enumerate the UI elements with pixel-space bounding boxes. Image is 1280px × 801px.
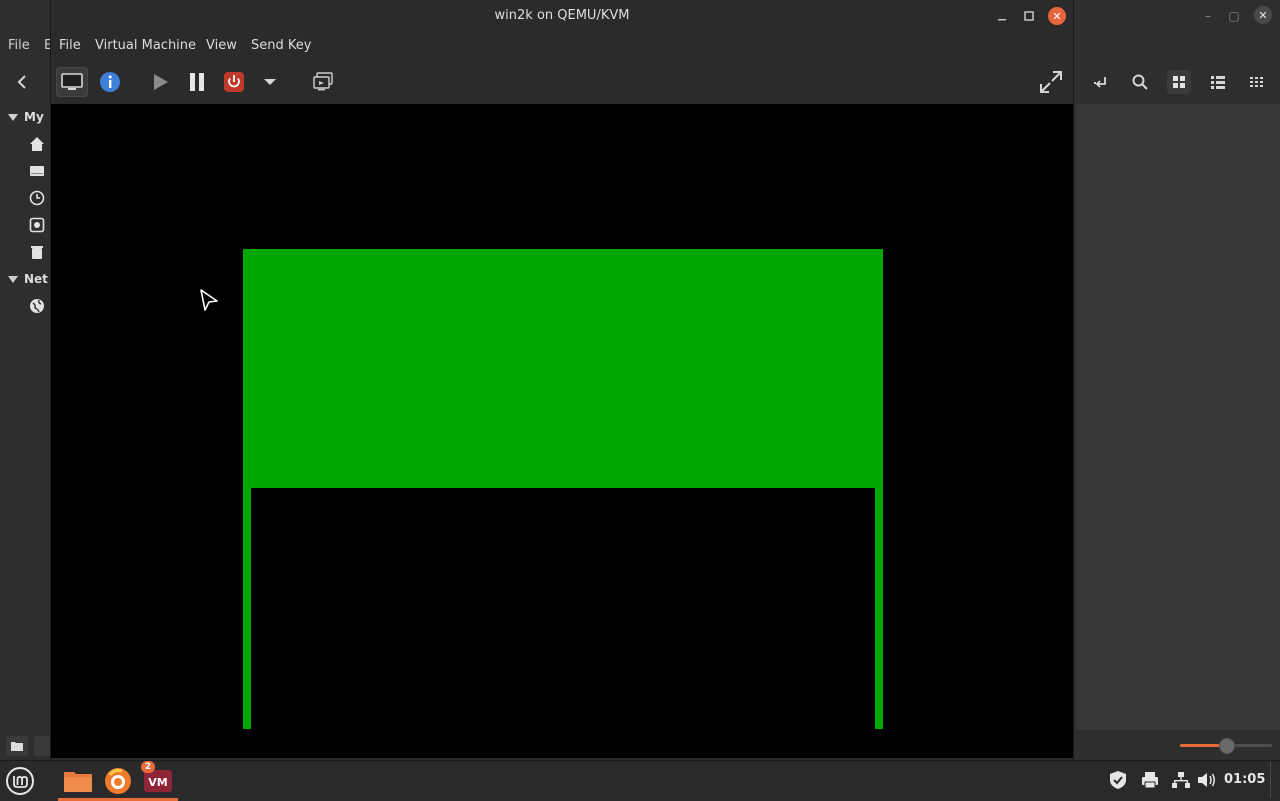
- mouse-pointer-icon: [200, 289, 218, 311]
- console-view-button[interactable]: [56, 67, 88, 97]
- vm-minimize-button[interactable]: [993, 7, 1011, 25]
- power-icon: [224, 72, 244, 92]
- file-manager-toolbar: [0, 60, 50, 104]
- menu-virtual-machine[interactable]: Virtual Machine: [95, 38, 196, 53]
- list-view-button[interactable]: [1206, 70, 1230, 94]
- taskbar-firefox-app[interactable]: [98, 761, 138, 801]
- network-globe-icon[interactable]: [29, 298, 45, 314]
- vm-maximize-button[interactable]: [1020, 7, 1038, 25]
- icon-view-button[interactable]: [1167, 70, 1191, 94]
- svg-text:VM: VM: [148, 776, 167, 789]
- info-icon: [100, 72, 120, 92]
- guest-black-inner-area: [251, 488, 875, 729]
- filesystem-icon[interactable]: [29, 217, 45, 233]
- fullscreen-button[interactable]: [1035, 67, 1067, 97]
- window-count-badge: 2: [141, 761, 155, 773]
- vm-toolbar: [51, 60, 1073, 104]
- firefox-icon: [105, 768, 131, 794]
- tray-printer-button[interactable]: [1140, 770, 1160, 790]
- vm-close-button[interactable]: ✕: [1048, 7, 1066, 25]
- shutdown-menu-button[interactable]: [257, 67, 283, 97]
- sidebar-section-label: My: [24, 110, 44, 124]
- recent-icon[interactable]: [29, 190, 45, 206]
- vm-window-title: win2k on QEMU/KVM: [494, 8, 630, 23]
- search-icon: [1132, 74, 1148, 90]
- snapshots-button[interactable]: [307, 67, 339, 97]
- shutdown-button[interactable]: [218, 67, 250, 97]
- fullscreen-icon: [1040, 71, 1062, 93]
- sidebar-section-label: Net: [24, 272, 48, 286]
- run-button[interactable]: [144, 67, 176, 97]
- sidebar-section-my-computer[interactable]: My: [8, 110, 44, 124]
- monitor-icon: [61, 73, 83, 90]
- fm-minimize-button[interactable]: –: [1200, 8, 1216, 24]
- list-view-icon: [1211, 76, 1225, 89]
- tray-volume-button[interactable]: [1197, 770, 1217, 790]
- fm-maximize-button[interactable]: ▢: [1226, 8, 1242, 24]
- home-icon[interactable]: [29, 136, 45, 152]
- snapshot-icon: [313, 72, 333, 91]
- tray-network-button[interactable]: [1171, 770, 1191, 790]
- volume-icon: [1198, 773, 1215, 787]
- fm-close-button[interactable]: ✕: [1254, 6, 1272, 24]
- pause-button[interactable]: [181, 67, 213, 97]
- chevron-down-icon: [264, 79, 276, 85]
- maximize-icon: [1024, 11, 1034, 21]
- search-button[interactable]: [1128, 70, 1152, 94]
- vm-console-display[interactable]: [51, 104, 1073, 758]
- mint-logo-icon: [6, 767, 34, 795]
- menu-view[interactable]: View: [206, 38, 237, 53]
- compact-view-icon: [1250, 77, 1263, 87]
- file-manager-content-pane[interactable]: [1076, 104, 1280, 730]
- trash-icon[interactable]: [29, 244, 45, 260]
- vm-titlebar[interactable]: win2k on QEMU/KVM ✕: [51, 0, 1073, 32]
- show-places-button[interactable]: [6, 736, 28, 756]
- fm-menu-file[interactable]: File: [8, 38, 30, 53]
- location-toggle-icon: [1094, 77, 1106, 88]
- compact-view-button[interactable]: [1245, 70, 1269, 94]
- pause-icon: [190, 73, 204, 91]
- file-manager-sidebar: My Net: [0, 104, 50, 730]
- menu-send-key[interactable]: Send Key: [251, 38, 311, 53]
- tray-clock[interactable]: 01:05: [1224, 772, 1265, 787]
- grid-view-icon: [1173, 76, 1185, 88]
- toggle-location-button[interactable]: [1089, 70, 1113, 94]
- network-wired-icon: [1172, 772, 1190, 788]
- folder-icon: [11, 742, 23, 751]
- details-view-button[interactable]: [94, 67, 126, 97]
- sidebar-section-network[interactable]: Net: [8, 272, 48, 286]
- desktop-icon[interactable]: [29, 163, 45, 179]
- menu-file[interactable]: File: [59, 38, 81, 53]
- taskbar: VM: [0, 760, 1280, 801]
- file-manager-menubar: File E: [0, 34, 52, 58]
- folder-icon: [64, 772, 92, 792]
- play-icon: [154, 74, 168, 90]
- show-tree-button[interactable]: [34, 736, 50, 756]
- minimize-icon: [998, 19, 1006, 21]
- printer-icon: [1142, 772, 1158, 789]
- shield-icon: [1110, 771, 1126, 789]
- zoom-slider-handle[interactable]: [1219, 738, 1235, 754]
- tray-shield-button[interactable]: [1108, 770, 1128, 790]
- chevron-left-icon: [17, 75, 26, 89]
- back-button[interactable]: [12, 72, 32, 92]
- start-menu-button[interactable]: [0, 761, 40, 801]
- taskbar-files-app[interactable]: [58, 761, 98, 801]
- vm-window: win2k on QEMU/KVM ✕ File Virtual Machine…: [50, 0, 1074, 760]
- show-desktop-button[interactable]: [1270, 762, 1279, 798]
- vm-menubar: File Virtual Machine View Send Key: [51, 34, 1073, 58]
